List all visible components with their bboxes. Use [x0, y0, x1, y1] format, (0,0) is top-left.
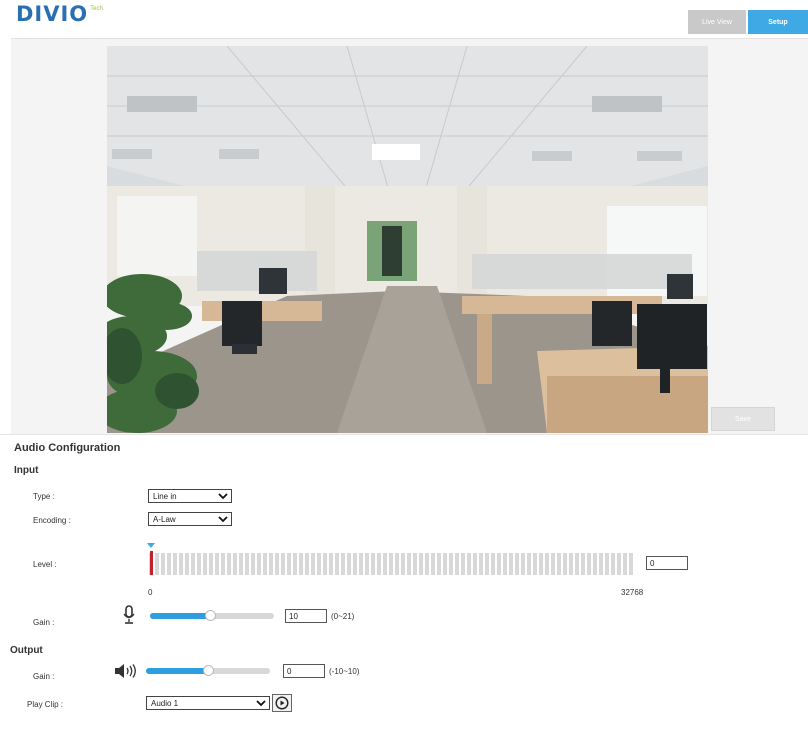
output-gain-field[interactable]: 0 — [283, 664, 325, 678]
play-icon — [275, 696, 289, 710]
input-gain-slider-fill — [150, 613, 210, 619]
audio-config-title: Audio Configuration — [14, 442, 121, 454]
input-gain-slider[interactable] — [150, 610, 274, 621]
save-button[interactable]: Save — [711, 407, 775, 431]
play-clip-select[interactable]: Audio 1 — [146, 696, 270, 710]
camera-preview-image — [107, 46, 708, 433]
type-select-value: Line in — [153, 491, 177, 501]
level-peak-indicator — [147, 543, 155, 548]
level-meter — [149, 553, 635, 575]
encoding-select[interactable]: A-Law — [148, 512, 232, 526]
level-label: Level : — [33, 560, 57, 569]
level-max-label: 32768 — [621, 588, 644, 597]
divio-logo: DIVIO Tech — [16, 3, 103, 25]
level-value-box: 0 — [646, 556, 688, 570]
input-section-title: Input — [14, 465, 39, 476]
type-select[interactable]: Line in — [148, 489, 232, 503]
logo-sub: Tech — [90, 6, 103, 12]
play-clip-select-value: Audio 1 — [151, 698, 179, 708]
type-label: Type : — [33, 492, 55, 501]
audio-config-section — [0, 434, 808, 750]
chevron-down-icon — [218, 516, 228, 523]
output-section-title: Output — [10, 645, 43, 656]
chevron-down-icon — [256, 700, 266, 707]
setup-button[interactable]: Setup — [748, 10, 808, 34]
input-gain-range: (0~21) — [331, 612, 355, 621]
play-clip-button[interactable] — [272, 694, 292, 712]
encoding-select-value: A-Law — [153, 514, 176, 524]
level-meter-marker — [150, 551, 153, 575]
speaker-icon — [115, 664, 136, 678]
output-gain-label: Gain : — [33, 672, 55, 681]
output-gain-slider-thumb[interactable] — [203, 665, 214, 676]
top-bar: DIVIO Tech — [0, 0, 808, 36]
microphone-icon — [123, 605, 135, 624]
input-gain-slider-thumb[interactable] — [205, 610, 216, 621]
chevron-down-icon — [218, 493, 228, 500]
output-gain-slider-fill — [146, 668, 208, 674]
output-gain-range: (-10~10) — [329, 667, 360, 676]
play-clip-label: Play Clip : — [27, 700, 64, 709]
input-gain-field[interactable]: 10 — [285, 609, 327, 623]
encoding-label: Encoding : — [33, 516, 71, 525]
output-gain-slider[interactable] — [146, 665, 270, 676]
input-gain-label: Gain : — [33, 618, 55, 627]
level-min-label: 0 — [148, 588, 153, 597]
logo-text: DIVIO — [16, 2, 89, 26]
live-view-button[interactable]: Live View — [688, 10, 746, 34]
